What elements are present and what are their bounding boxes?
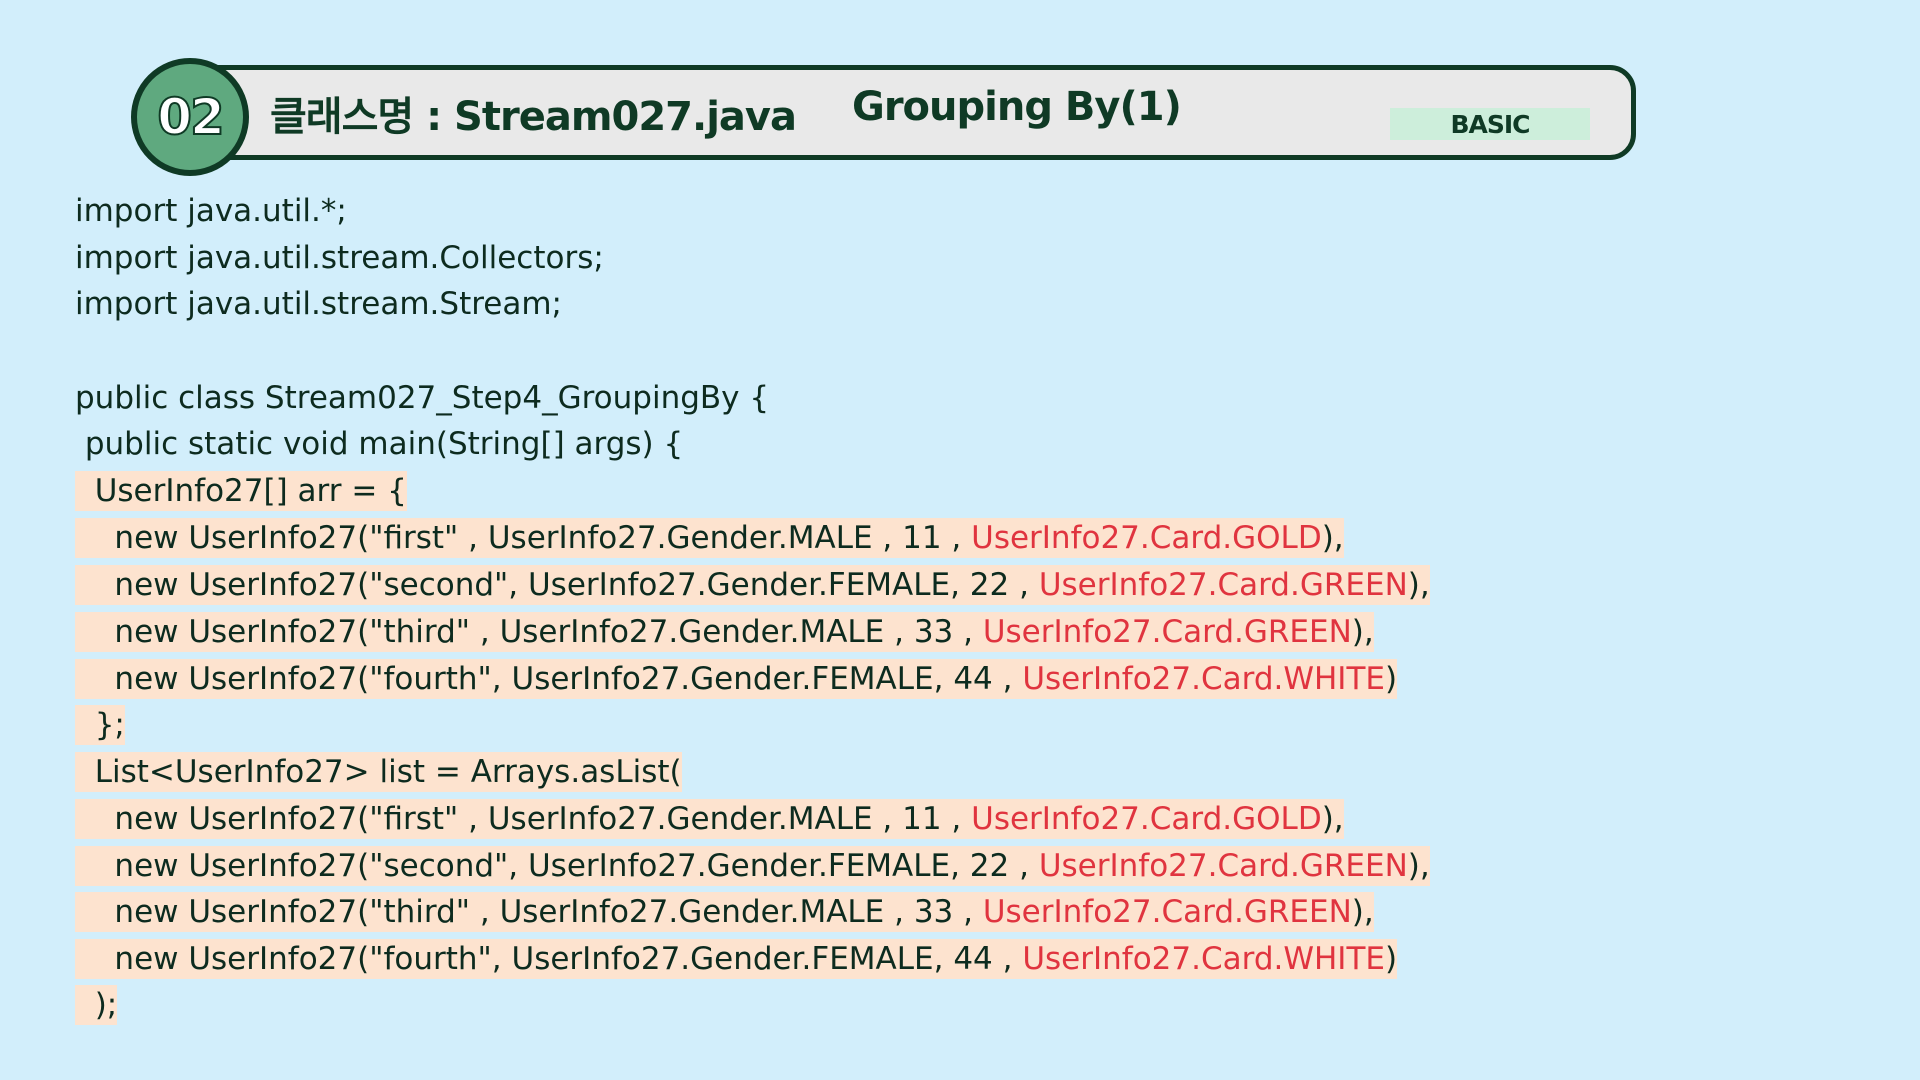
- code-line-highlighted: new UserInfo27("fourth", UserInfo27.Gend…: [75, 659, 1398, 699]
- code-line-highlighted: new UserInfo27("second", UserInfo27.Gend…: [75, 565, 1430, 605]
- code-text: );: [75, 987, 118, 1023]
- code-tail: ),: [1407, 848, 1430, 884]
- code-line: public static void main(String[] args) {: [75, 424, 683, 464]
- code-line-highlighted: );: [75, 985, 118, 1025]
- card-enum-text: UserInfo27.Card.GOLD: [971, 801, 1322, 837]
- code-tail: ): [1384, 661, 1398, 697]
- code-text: new UserInfo27("fourth", UserInfo27.Gend…: [75, 941, 1023, 977]
- code-text: new UserInfo27("second", UserInfo27.Gend…: [75, 848, 1039, 884]
- code-line-highlighted: new UserInfo27("first" , UserInfo27.Gend…: [75, 799, 1344, 839]
- card-enum-text: UserInfo27.Card.GOLD: [971, 520, 1322, 556]
- code-line-highlighted: new UserInfo27("third" , UserInfo27.Gend…: [75, 612, 1374, 652]
- code-text: import java.util.stream.Stream;: [75, 286, 562, 322]
- code-line-highlighted: };: [75, 705, 125, 745]
- code-tail: ),: [1321, 520, 1344, 556]
- code-line-highlighted: List<UserInfo27> list = Arrays.asList(: [75, 752, 682, 792]
- code-text: UserInfo27[] arr = {: [75, 473, 407, 509]
- card-enum-text: UserInfo27.Card.GREEN: [1038, 848, 1408, 884]
- code-tail: ),: [1321, 801, 1344, 837]
- code-tail: ),: [1407, 567, 1430, 603]
- code-line-highlighted: new UserInfo27("first" , UserInfo27.Gend…: [75, 518, 1344, 558]
- code-text: public class Stream027_Step4_GroupingBy …: [75, 380, 770, 416]
- code-line-highlighted: new UserInfo27("fourth", UserInfo27.Gend…: [75, 939, 1398, 979]
- code-text: new UserInfo27("first" , UserInfo27.Gend…: [75, 520, 972, 556]
- card-enum-text: UserInfo27.Card.GREEN: [982, 894, 1352, 930]
- code-text: import java.util.stream.Collectors;: [75, 240, 604, 276]
- code-line-highlighted: new UserInfo27("second", UserInfo27.Gend…: [75, 846, 1430, 886]
- card-enum-text: UserInfo27.Card.GREEN: [982, 614, 1352, 650]
- code-tail: ): [1384, 941, 1398, 977]
- code-text: };: [75, 707, 125, 743]
- code-text: new UserInfo27("third" , UserInfo27.Gend…: [75, 614, 983, 650]
- code-tail: ),: [1351, 894, 1374, 930]
- code-line: import java.util.stream.Collectors;: [75, 238, 604, 278]
- code-line-highlighted: UserInfo27[] arr = {: [75, 471, 407, 511]
- card-enum-text: UserInfo27.Card.WHITE: [1022, 941, 1385, 977]
- code-text: public static void main(String[] args) {: [75, 426, 684, 462]
- code-text: new UserInfo27("first" , UserInfo27.Gend…: [75, 801, 972, 837]
- code-text: new UserInfo27("second", UserInfo27.Gend…: [75, 567, 1039, 603]
- code-block: import java.util.*; import java.util.str…: [0, 0, 1920, 1080]
- code-text: new UserInfo27("third" , UserInfo27.Gend…: [75, 894, 983, 930]
- code-text: import java.util.*;: [75, 193, 347, 229]
- code-tail: ),: [1351, 614, 1374, 650]
- code-line-highlighted: new UserInfo27("third" , UserInfo27.Gend…: [75, 892, 1374, 932]
- code-line: import java.util.*;: [75, 191, 347, 231]
- code-line: public class Stream027_Step4_GroupingBy …: [75, 378, 769, 418]
- code-text: List<UserInfo27> list = Arrays.asList(: [75, 754, 682, 790]
- card-enum-text: UserInfo27.Card.GREEN: [1038, 567, 1408, 603]
- code-line: import java.util.stream.Stream;: [75, 284, 562, 324]
- card-enum-text: UserInfo27.Card.WHITE: [1022, 661, 1385, 697]
- code-text: new UserInfo27("fourth", UserInfo27.Gend…: [75, 661, 1023, 697]
